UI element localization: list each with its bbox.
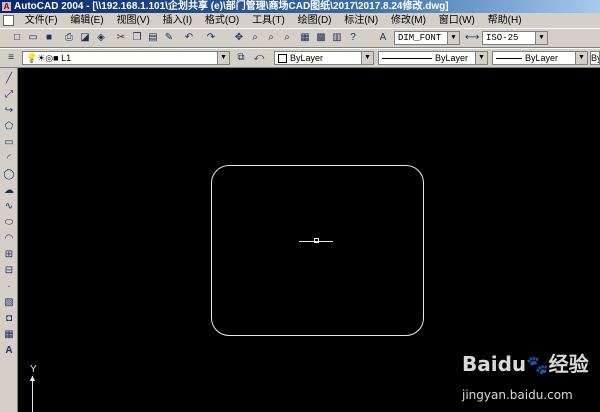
new-file-icon[interactable]: □: [10, 31, 24, 45]
undo-icon[interactable]: ↶: [182, 31, 196, 45]
dim-style-select[interactable]: ISO-25 ▼: [482, 31, 548, 45]
chevron-down-icon[interactable]: ▼: [217, 52, 229, 64]
design-center-icon[interactable]: ▩: [314, 31, 328, 45]
ellipse-icon[interactable]: ⬭: [2, 216, 16, 230]
construction-line-icon[interactable]: ⤢: [2, 88, 16, 102]
publish-icon[interactable]: ◈: [94, 31, 108, 45]
ucs-y-axis: [32, 376, 33, 412]
window-title: AutoCAD 2004 - [\\192.168.1.101\企划共享 (e)…: [14, 1, 449, 12]
chevron-down-icon[interactable]: ▼: [535, 32, 547, 44]
polygon-icon[interactable]: ⬠: [2, 120, 16, 134]
rounded-rectangle-shape[interactable]: [211, 165, 424, 336]
paw-icon: 🐾: [526, 355, 549, 376]
insert-block-icon[interactable]: ⊞: [2, 248, 16, 262]
lineweight-select[interactable]: ByLayer ▼: [492, 51, 588, 65]
paste-icon[interactable]: ▤: [146, 31, 160, 45]
linetype-select[interactable]: ByLayer ▼: [378, 51, 488, 65]
pickbox-cursor: [314, 238, 319, 243]
circle-icon[interactable]: ◯: [2, 168, 16, 182]
layer-previous-icon[interactable]: ⤺: [252, 51, 266, 65]
hatch-icon[interactable]: ▧: [2, 296, 16, 310]
region-icon[interactable]: ◘: [2, 312, 16, 326]
chevron-down-icon[interactable]: ▼: [447, 32, 459, 44]
dim-style-icon[interactable]: ⟷: [465, 31, 479, 45]
watermark-brand: Baidu: [462, 352, 527, 376]
polyline-icon[interactable]: ↪: [2, 104, 16, 118]
menu-format[interactable]: 格式(O): [205, 15, 239, 26]
chevron-down-icon[interactable]: ▼: [361, 52, 373, 64]
linetype-preview: [382, 58, 432, 60]
text-style-select[interactable]: DIM_FONT ▼: [394, 31, 460, 45]
table-icon[interactable]: ▦: [2, 328, 16, 342]
preview-icon[interactable]: ◪: [78, 31, 92, 45]
rectangle-icon[interactable]: ▭: [2, 136, 16, 150]
watermark-url: jingyan.baidu.com: [462, 388, 573, 402]
match-properties-icon[interactable]: ✎: [162, 31, 176, 45]
standard-toolbar: □ ▭ ■ ⎙ ◪ ◈ ✂ ❐ ▤ ✎ ↶ ↷ ✥ ⌕ ⌕ ⌕ ▦ ▩ ▥ ? …: [0, 28, 600, 48]
document-icon[interactable]: [3, 15, 14, 26]
chevron-down-icon[interactable]: ▼: [575, 52, 587, 64]
layer-manager-icon[interactable]: ≡: [4, 51, 18, 65]
cut-icon[interactable]: ✂: [114, 31, 128, 45]
tool-palettes-icon[interactable]: ▥: [330, 31, 344, 45]
lineweight-value: ByLayer: [525, 53, 559, 63]
pan-icon[interactable]: ✥: [232, 31, 246, 45]
zoom-window-icon[interactable]: ⌕: [264, 31, 278, 45]
spline-icon[interactable]: ∿: [2, 200, 16, 214]
make-layer-current-icon[interactable]: ⧉: [234, 51, 248, 65]
line-tool-icon[interactable]: ╱: [2, 72, 16, 86]
color-swatch: [278, 54, 287, 64]
menu-edit[interactable]: 编辑(E): [70, 15, 103, 26]
copy-icon[interactable]: ❐: [130, 31, 144, 45]
menu-file[interactable]: 文件(F): [25, 15, 58, 26]
menu-dimension[interactable]: 标注(N): [344, 15, 378, 26]
arc-icon[interactable]: ◜: [2, 152, 16, 166]
revision-cloud-icon[interactable]: ☁: [2, 184, 16, 198]
autocad-app-icon[interactable]: A: [2, 2, 11, 11]
layer-select[interactable]: 💡☀◎■ L1 ▼: [22, 51, 230, 65]
layer-state-icons: 💡☀◎■: [26, 53, 62, 63]
watermark-suffix: 经验: [548, 352, 589, 376]
multiline-text-icon[interactable]: A: [2, 344, 16, 358]
chevron-down-icon[interactable]: ▼: [475, 52, 487, 64]
open-file-icon[interactable]: ▭: [26, 31, 40, 45]
redo-icon[interactable]: ↷: [204, 31, 218, 45]
zoom-realtime-icon[interactable]: ⌕: [248, 31, 262, 45]
help-icon[interactable]: ?: [346, 31, 360, 45]
lineweight-preview: [496, 58, 522, 60]
save-icon[interactable]: ■: [42, 31, 56, 45]
print-icon[interactable]: ⎙: [62, 31, 76, 45]
properties-toolbar: ≡ 💡☀◎■ L1 ▼ ⧉ ⤺ ByLayer ▼ ByLayer ▼ ByLa…: [0, 48, 600, 68]
menu-view[interactable]: 视图(V): [116, 15, 149, 26]
menu-bar: 文件(F) 编辑(E) 视图(V) 插入(I) 格式(O) 工具(T) 绘图(D…: [0, 13, 600, 28]
menu-modify[interactable]: 修改(M): [391, 15, 426, 26]
zoom-previous-icon[interactable]: ⌕: [280, 31, 294, 45]
point-icon[interactable]: ·: [2, 280, 16, 294]
color-select[interactable]: ByLayer ▼: [274, 51, 374, 65]
menu-tools[interactable]: 工具(T): [252, 15, 285, 26]
menu-insert[interactable]: 插入(I): [163, 15, 192, 26]
dim-style-value: ISO-25: [486, 33, 519, 43]
text-style-icon[interactable]: A: [376, 31, 390, 45]
title-bar: A AutoCAD 2004 - [\\192.168.1.101\企划共享 (e…: [0, 0, 600, 13]
properties-icon[interactable]: ▦: [298, 31, 312, 45]
make-block-icon[interactable]: ⊟: [2, 264, 16, 278]
menu-draw[interactable]: 绘图(D): [298, 15, 332, 26]
menu-window[interactable]: 窗口(W): [439, 15, 475, 26]
plot-style-value: ByC: [591, 53, 599, 63]
menu-help[interactable]: 帮助(H): [488, 15, 522, 26]
plot-style-select[interactable]: ByC: [590, 51, 600, 65]
watermark: Baidu🐾经验: [462, 348, 589, 377]
draw-toolbar: ╱ ⤢ ↪ ⬠ ▭ ◜ ◯ ☁ ∿ ⬭ ◠ ⊞ ⊟ · ▧ ◘ ▦ A: [0, 68, 18, 412]
layer-value: L1: [61, 53, 72, 63]
text-style-value: DIM_FONT: [398, 33, 442, 43]
linetype-value: ByLayer: [435, 53, 469, 63]
ellipse-arc-icon[interactable]: ◠: [2, 232, 16, 246]
color-value: ByLayer: [290, 53, 324, 63]
